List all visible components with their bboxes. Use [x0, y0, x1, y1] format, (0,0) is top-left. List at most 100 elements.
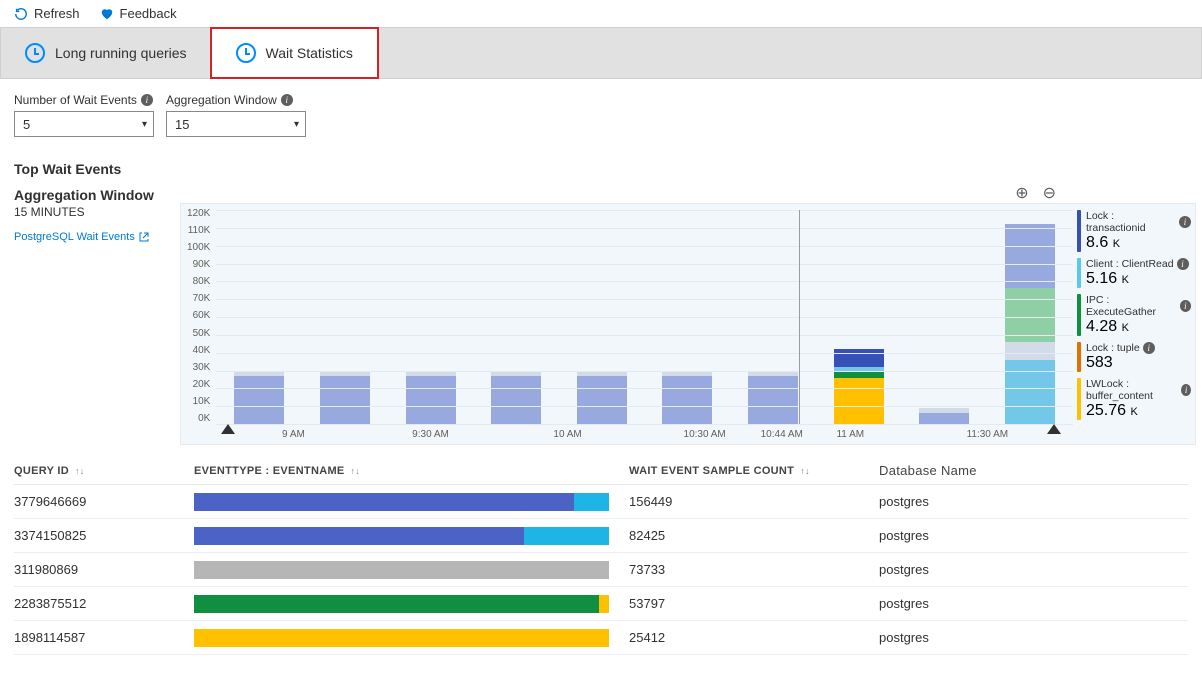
chart-bar[interactable] — [234, 371, 284, 424]
aggregation-window-select[interactable]: 15 ▾ — [166, 111, 306, 137]
gridline — [216, 281, 1073, 282]
chart-legend: Lock : transactionid i8.6 KClient : Clie… — [1073, 204, 1195, 444]
legend-text: IPC : ExecuteGather i4.28 K — [1086, 294, 1191, 336]
legend-text: Lock : tuple i583 — [1086, 342, 1191, 372]
cell-query-id: 2283875512 — [14, 596, 194, 611]
gridline — [216, 335, 1073, 336]
refresh-icon — [14, 7, 28, 21]
chart-bar[interactable] — [577, 371, 627, 424]
legend-color-bar — [1077, 258, 1081, 288]
pg-wait-events-link[interactable]: PostgreSQL Wait Events — [14, 231, 149, 243]
legend-text: LWLock : buffer_content i 25.76 K — [1086, 378, 1191, 420]
info-icon[interactable]: i — [1177, 258, 1189, 270]
range-handle-right[interactable] — [1047, 424, 1061, 434]
tab-wait-statistics[interactable]: Wait Statistics — [210, 27, 379, 79]
chart-bar[interactable] — [834, 349, 884, 424]
chart-x-axis: 9 AM9:30 AM10 AM10:30 AM10:44 AM11 AM11:… — [216, 424, 1073, 444]
cell-event-bar — [194, 561, 629, 579]
cell-query-id: 3779646669 — [14, 494, 194, 509]
col-db[interactable]: Database Name — [879, 463, 1188, 478]
legend-item[interactable]: Lock : transactionid i8.6 K — [1077, 210, 1191, 252]
legend-value: 25.76 K — [1086, 402, 1191, 420]
cell-db: postgres — [879, 596, 1188, 611]
header-text: QUERY ID — [14, 465, 69, 477]
bar-segment — [662, 376, 712, 424]
legend-item[interactable]: LWLock : buffer_content i 25.76 K — [1077, 378, 1191, 420]
y-tick: 0K — [187, 413, 210, 424]
table-row[interactable]: 31198086973733postgres — [14, 553, 1188, 587]
gridline — [216, 246, 1073, 247]
zoom-in-icon[interactable]: ⊕ — [1015, 183, 1028, 203]
table-row[interactable]: 337415082582425postgres — [14, 519, 1188, 553]
sort-icon: ↑↓ — [351, 466, 361, 476]
chart-plot[interactable]: 9 AM9:30 AM10 AM10:30 AM10:44 AM11 AM11:… — [216, 204, 1073, 444]
bar-segment — [406, 376, 456, 424]
y-tick: 70K — [187, 293, 210, 304]
gridline — [216, 371, 1073, 372]
y-tick: 120K — [187, 208, 210, 219]
chart-bar[interactable] — [919, 408, 969, 424]
legend-color-bar — [1077, 210, 1081, 252]
info-icon[interactable]: i — [281, 94, 293, 106]
y-tick: 10K — [187, 396, 210, 407]
y-tick: 100K — [187, 242, 210, 253]
chevron-down-icon: ▾ — [294, 119, 299, 130]
tab-bar: Long running queries Wait Statistics — [0, 27, 1202, 79]
legend-text: Client : ClientRead i5.16 K — [1086, 258, 1191, 288]
bar-segment — [834, 378, 884, 424]
chart-bar[interactable] — [491, 371, 541, 424]
refresh-button[interactable]: Refresh — [14, 6, 80, 21]
col-count[interactable]: WAIT EVENT SAMPLE COUNT ↑↓ — [629, 463, 879, 478]
legend-value: 4.28 K — [1086, 318, 1191, 336]
table-row[interactable]: 189811458725412postgres — [14, 621, 1188, 655]
link-text: PostgreSQL Wait Events — [14, 231, 135, 243]
chart-zoom-controls: ⊕ ⊖ — [180, 183, 1196, 203]
zoom-out-icon[interactable]: ⊖ — [1043, 183, 1056, 203]
info-icon[interactable]: i — [141, 94, 153, 106]
bar-segment — [320, 376, 370, 424]
info-icon[interactable]: i — [1180, 300, 1191, 312]
y-tick: 50K — [187, 328, 210, 339]
legend-value: 5.16 K — [1086, 270, 1191, 288]
chart-box: 120K110K100K90K80K70K60K50K40K30K20K10K0… — [180, 203, 1196, 445]
chart-bar[interactable] — [748, 371, 798, 424]
header-text: WAIT EVENT SAMPLE COUNT — [629, 465, 794, 477]
header-text: EVENTTYPE : EVENTNAME — [194, 465, 345, 477]
section-title-top-wait: Top Wait Events — [0, 141, 1202, 183]
y-tick: 60K — [187, 310, 210, 321]
cell-query-id: 1898114587 — [14, 630, 194, 645]
col-query-id[interactable]: QUERY ID ↑↓ — [14, 463, 194, 478]
legend-item[interactable]: IPC : ExecuteGather i4.28 K — [1077, 294, 1191, 336]
info-icon[interactable]: i — [1179, 216, 1191, 228]
legend-label: LWLock : buffer_content — [1086, 378, 1178, 402]
chart-bar[interactable] — [320, 371, 370, 424]
header-text: Database Name — [879, 463, 977, 478]
legend-item[interactable]: Lock : tuple i583 — [1077, 342, 1191, 372]
col-event[interactable]: EVENTTYPE : EVENTNAME ↑↓ — [194, 463, 629, 478]
x-tick: 10 AM — [553, 429, 581, 440]
feedback-button[interactable]: Feedback — [100, 6, 177, 21]
bar-segment — [919, 413, 969, 424]
tab-label: Wait Statistics — [266, 45, 353, 61]
table-row[interactable]: 3779646669156449postgres — [14, 485, 1188, 519]
legend-value: 8.6 K — [1086, 234, 1191, 252]
sort-icon: ↑↓ — [75, 466, 85, 476]
chart-bar[interactable] — [662, 371, 712, 424]
table-row[interactable]: 2283875512 53797postgres — [14, 587, 1188, 621]
legend-item[interactable]: Client : ClientRead i5.16 K — [1077, 258, 1191, 288]
tab-long-running-queries[interactable]: Long running queries — [1, 28, 211, 78]
external-link-icon — [139, 232, 149, 242]
clock-icon — [236, 43, 256, 63]
info-icon[interactable]: i — [1143, 342, 1155, 354]
x-tick: 11:30 AM — [967, 429, 1009, 440]
cell-count: 53797 — [629, 596, 879, 611]
chart-bar[interactable] — [406, 371, 456, 424]
gridline — [216, 264, 1073, 265]
chart-bar[interactable] — [1005, 224, 1055, 424]
chevron-down-icon: ▾ — [142, 119, 147, 130]
legend-color-bar — [1077, 378, 1081, 420]
num-wait-events-select[interactable]: 5 ▾ — [14, 111, 154, 137]
x-tick: 10:30 AM — [684, 429, 726, 440]
info-icon[interactable]: i — [1181, 384, 1191, 396]
range-handle-left[interactable] — [221, 424, 235, 434]
